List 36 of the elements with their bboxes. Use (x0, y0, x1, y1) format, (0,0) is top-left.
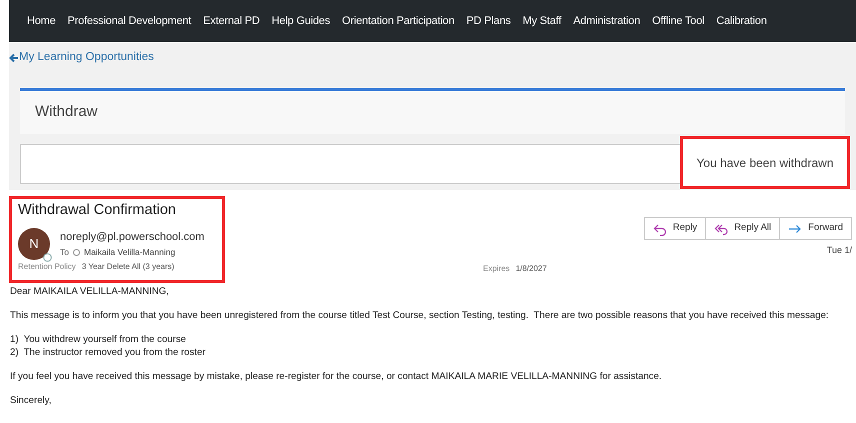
to-label: To (60, 246, 69, 258)
nav-link[interactable]: Help Guides (272, 12, 330, 30)
email-action-button[interactable]: Forward (780, 217, 852, 240)
status-message: You have been withdrawn (696, 154, 834, 172)
nav-link[interactable]: Orientation Participation (342, 12, 454, 30)
email-subject: Withdrawal Confirmation (18, 201, 177, 220)
expires-date: 1/8/2027 (516, 262, 547, 274)
message-paragraph: If you feel you have received this message by mistake, please re-register for the course, or contact MAIKAILA MARIE VELILLA-MANNING for assistance. (10, 370, 663, 383)
presence-icon (43, 252, 52, 262)
sender-address: noreply@pl.powerschool.com (60, 230, 204, 246)
message-paragraph: 1) You withdrew yourself from the course 2) The instructor removed you from the roster (10, 333, 207, 359)
email-action-button[interactable]: Reply (644, 217, 706, 240)
reply-all-arrow-icon (714, 222, 728, 236)
back-link[interactable]: My Learning Opportunities (9, 49, 154, 67)
nav-link[interactable]: Calibration (716, 12, 767, 30)
email-action-button[interactable]: Reply All (706, 217, 780, 240)
message-paragraph: Sincerely, (10, 394, 52, 407)
nav-link[interactable]: Professional Development (68, 12, 192, 30)
presence-icon (72, 248, 80, 256)
message-paragraph: Dear MAIKAILA VELILLA-MANNING, (10, 285, 170, 298)
retention-label: Retention Policy (18, 260, 76, 273)
nav-link[interactable]: Home (27, 12, 56, 30)
email-date: Tue 1/ (826, 244, 852, 257)
nav-link[interactable]: PD Plans (466, 12, 511, 30)
retention-value: 3 Year Delete All (3 years) (82, 260, 174, 273)
nav-link[interactable]: Offline Tool (652, 12, 704, 30)
back-arrow-icon (9, 53, 19, 63)
recipient-name: Maikaila Velilla-Manning (84, 246, 176, 258)
card-title: Withdraw (35, 102, 98, 122)
nav-link[interactable]: My Staff (522, 12, 562, 30)
avatar: N (18, 228, 50, 260)
expires-label: Expires (483, 262, 510, 274)
message-paragraph: This message is to inform you that you have been unregistered from the course titled Test Course, section Testing, testing. There are two possible reasons that you have received this message: (10, 309, 830, 322)
nav-link[interactable]: Administration (573, 12, 640, 30)
reply-arrow-icon (652, 222, 667, 236)
nav-link[interactable]: External PD (203, 12, 260, 30)
